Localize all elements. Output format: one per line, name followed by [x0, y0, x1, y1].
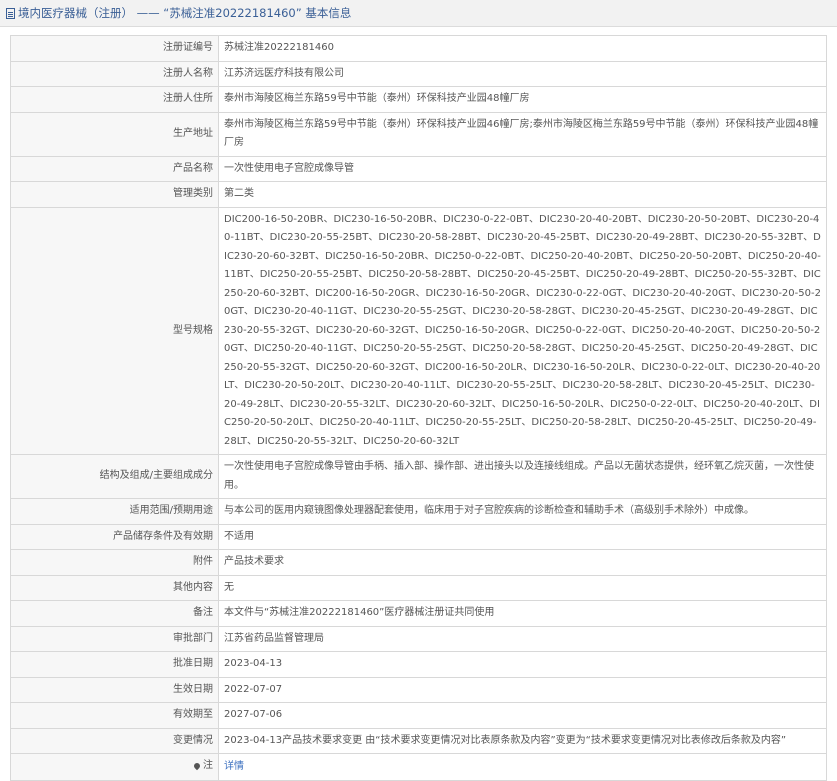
row-label-registrant-name: 注册人名称 [10, 60, 219, 87]
row-label-note: 注 [10, 753, 219, 781]
row-value-other: 无 [218, 574, 827, 601]
table-row: 变更情况 2023-04-13产品技术要求变更 由“技术要求变更情况对比表原条款… [10, 727, 827, 754]
table-row: 注册人住所 泰州市海陵区梅兰东路59号中节能（泰州）环保科技产业园48幢厂房 [10, 86, 827, 113]
row-label-effective-date: 生效日期 [10, 676, 219, 703]
row-value-registration-no: 苏械注准20222181460 [218, 35, 827, 62]
row-value-remarks: 本文件与“苏械注准20222181460”医疗器械注册证共同使用 [218, 600, 827, 627]
row-label-attachment: 附件 [10, 549, 219, 576]
row-label-structure: 结构及组成/主要组成成分 [10, 454, 219, 499]
table-row: 结构及组成/主要组成成分 一次性使用电子宫腔成像导管由手柄、插入部、操作部、进出… [10, 454, 827, 499]
row-value-attachment: 产品技术要求 [218, 549, 827, 576]
details-link[interactable]: 详情 [224, 761, 244, 772]
row-value-approval-date: 2023-04-13 [218, 651, 827, 678]
row-label-model-spec: 型号规格 [10, 206, 219, 455]
page-title: 境内医疗器械（注册） —— “苏械注准20222181460” 基本信息 [18, 6, 352, 20]
note-label-text: 注 [203, 760, 213, 771]
table-row: 批准日期 2023-04-13 [10, 651, 827, 678]
row-label-remarks: 备注 [10, 600, 219, 627]
row-label-approval-dept: 审批部门 [10, 625, 219, 652]
note-label-wrap: 注 [192, 757, 213, 776]
table-row: 审批部门 江苏省药品监督管理局 [10, 625, 827, 652]
location-pin-icon [192, 762, 202, 771]
row-label-registration-no: 注册证编号 [10, 35, 219, 62]
row-label-expiry-date: 有效期至 [10, 702, 219, 729]
row-value-note: 详情 [218, 753, 827, 781]
row-value-registrant-address: 泰州市海陵区梅兰东路59号中节能（泰州）环保科技产业园48幢厂房 [218, 86, 827, 113]
document-icon [6, 7, 15, 19]
table-row: 生效日期 2022-07-07 [10, 676, 827, 703]
row-value-management-class: 第二类 [218, 181, 827, 208]
table-row: 其他内容 无 [10, 574, 827, 601]
row-label-other: 其他内容 [10, 574, 219, 601]
table-row: 生产地址 泰州市海陵区梅兰东路59号中节能（泰州）环保科技产业园46幢厂房;泰州… [10, 111, 827, 157]
table-row: 附件 产品技术要求 [10, 549, 827, 576]
table-row: 适用范围/预期用途 与本公司的医用内窥镜图像处理器配套使用，临床用于对子宫腔疾病… [10, 498, 827, 525]
table-row: 产品储存条件及有效期 不适用 [10, 523, 827, 550]
row-label-intended-use: 适用范围/预期用途 [10, 498, 219, 525]
table-row: 有效期至 2027-07-06 [10, 702, 827, 729]
row-value-effective-date: 2022-07-07 [218, 676, 827, 703]
info-table: 注册证编号 苏械注准20222181460 注册人名称 江苏济远医疗科技有限公司… [10, 35, 827, 781]
page-header: 境内医疗器械（注册） —— “苏械注准20222181460” 基本信息 [0, 0, 837, 27]
row-value-storage: 不适用 [218, 523, 827, 550]
row-value-registrant-name: 江苏济远医疗科技有限公司 [218, 60, 827, 87]
table-row: 备注 本文件与“苏械注准20222181460”医疗器械注册证共同使用 [10, 600, 827, 627]
row-value-product-name: 一次性使用电子宫腔成像导管 [218, 155, 827, 182]
table-row: 注 详情 [10, 753, 827, 781]
table-row: 管理类别 第二类 [10, 181, 827, 208]
table-row: 产品名称 一次性使用电子宫腔成像导管 [10, 155, 827, 182]
row-value-intended-use: 与本公司的医用内窥镜图像处理器配套使用，临床用于对子宫腔疾病的诊断检查和辅助手术… [218, 498, 827, 525]
row-value-model-spec: DIC200-16-50-20BR、DIC230-16-50-20BR、DIC2… [218, 206, 827, 455]
row-value-expiry-date: 2027-07-06 [218, 702, 827, 729]
row-label-approval-date: 批准日期 [10, 651, 219, 678]
table-row: 注册证编号 苏械注准20222181460 [10, 35, 827, 62]
table-row: 注册人名称 江苏济远医疗科技有限公司 [10, 60, 827, 87]
row-label-registrant-address: 注册人住所 [10, 86, 219, 113]
row-label-storage: 产品储存条件及有效期 [10, 523, 219, 550]
row-label-management-class: 管理类别 [10, 181, 219, 208]
row-label-product-name: 产品名称 [10, 155, 219, 182]
row-label-change-history: 变更情况 [10, 727, 219, 754]
row-value-production-address: 泰州市海陵区梅兰东路59号中节能（泰州）环保科技产业园46幢厂房;泰州市海陵区梅… [218, 111, 827, 157]
row-value-structure: 一次性使用电子宫腔成像导管由手柄、插入部、操作部、进出接头以及连接线组成。产品以… [218, 454, 827, 499]
row-value-approval-dept: 江苏省药品监督管理局 [218, 625, 827, 652]
table-row: 型号规格 DIC200-16-50-20BR、DIC230-16-50-20BR… [10, 206, 827, 455]
row-value-change-history: 2023-04-13产品技术要求变更 由“技术要求变更情况对比表原条款及内容”变… [218, 727, 827, 754]
row-label-production-address: 生产地址 [10, 111, 219, 157]
